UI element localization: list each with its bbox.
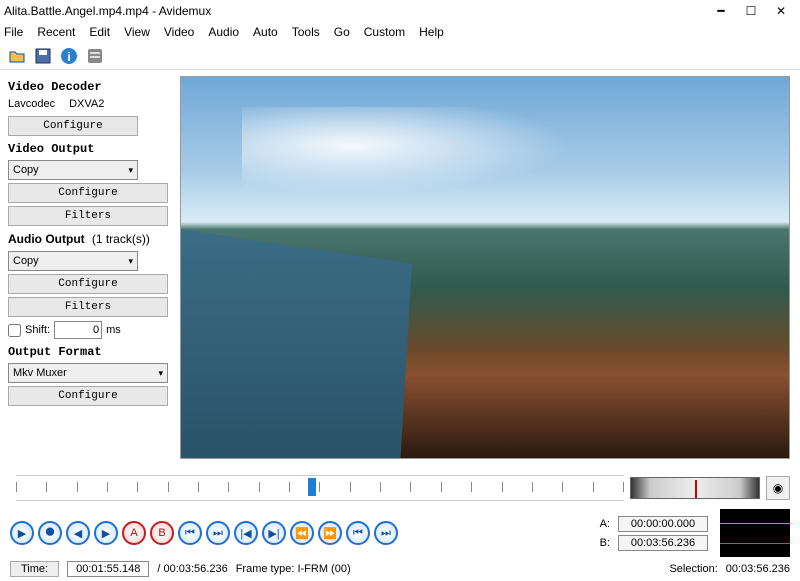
playhead[interactable]	[308, 478, 316, 496]
stop-button[interactable]: ⯃	[38, 521, 62, 545]
mark-b-button[interactable]: B	[150, 521, 174, 545]
open-icon[interactable]	[6, 45, 28, 67]
next-black-button[interactable]: ⏩	[318, 521, 342, 545]
maximize-button[interactable]: ☐	[736, 1, 766, 21]
menu-custom[interactable]: Custom	[364, 25, 405, 39]
menu-file[interactable]: File	[4, 25, 23, 39]
svg-text:i: i	[67, 50, 70, 64]
prev-cut-button[interactable]: |◀	[234, 521, 258, 545]
menu-recent[interactable]: Recent	[37, 25, 75, 39]
selection-label: Selection:	[669, 563, 717, 575]
menu-go[interactable]: Go	[334, 25, 350, 39]
timeline-slider[interactable]	[16, 475, 624, 501]
shift-label: Shift:	[25, 324, 50, 336]
menu-view[interactable]: View	[124, 25, 150, 39]
decoder-codec: Lavcodec	[8, 98, 55, 110]
duration-value: / 00:03:56.236	[157, 563, 227, 575]
menubar: File Recent Edit View Video Audio Auto T…	[0, 22, 800, 42]
shift-input[interactable]: 0	[54, 321, 102, 339]
menu-help[interactable]: Help	[419, 25, 444, 39]
selection-value: 00:03:56.236	[726, 563, 790, 575]
chevron-down-icon: ▾	[128, 165, 133, 176]
decoder-accel: DXVA2	[69, 98, 104, 110]
mark-a-value: 00:00:00.000	[618, 516, 708, 532]
prev-black-button[interactable]: ⏪	[290, 521, 314, 545]
output-format-select[interactable]: Mkv Muxer▾	[8, 363, 168, 383]
sidebar: Video Decoder Lavcodec DXVA2 Configure V…	[0, 70, 180, 465]
output-configure-button[interactable]: Configure	[8, 386, 168, 406]
video-output-select[interactable]: Copy▾	[8, 160, 138, 180]
menu-video[interactable]: Video	[164, 25, 194, 39]
menu-tools[interactable]: Tools	[292, 25, 320, 39]
next-cut-button[interactable]: ▶|	[262, 521, 286, 545]
video-decoder-title: Video Decoder	[8, 80, 172, 94]
audio-output-title: Audio Output (1 track(s))	[8, 232, 172, 247]
shift-checkbox[interactable]	[8, 324, 21, 337]
mark-b-label: B:	[600, 537, 610, 549]
next-keyframe-button[interactable]: ⏭	[206, 521, 230, 545]
mark-b-value: 00:03:56.236	[618, 535, 708, 551]
audio-output-select[interactable]: Copy▾	[8, 251, 138, 271]
shift-unit: ms	[106, 324, 121, 336]
prev-keyframe-button[interactable]: ⏮	[178, 521, 202, 545]
mark-a-label: A:	[600, 518, 610, 530]
jog-reset-button[interactable]: ◉	[766, 476, 790, 500]
first-frame-button[interactable]: ⏮	[346, 521, 370, 545]
audio-configure-button[interactable]: Configure	[8, 274, 168, 294]
prev-frame-button[interactable]: ◀	[66, 521, 90, 545]
decoder-configure-button[interactable]: Configure	[8, 116, 138, 136]
menu-edit[interactable]: Edit	[89, 25, 110, 39]
save-icon[interactable]	[32, 45, 54, 67]
toolbar: i	[0, 42, 800, 70]
output-format-title: Output Format	[8, 345, 172, 359]
audio-waveform	[720, 509, 790, 557]
time-value[interactable]: 00:01:55.148	[67, 561, 149, 577]
chevron-down-icon: ▾	[158, 368, 163, 379]
video-filters-button[interactable]: Filters	[8, 206, 168, 226]
window-title: Alita.Battle.Angel.mp4.mp4 - Avidemux	[4, 4, 706, 18]
menu-audio[interactable]: Audio	[208, 25, 239, 39]
time-label: Time:	[10, 561, 59, 577]
close-button[interactable]: ✕	[766, 1, 796, 21]
video-output-title: Video Output	[8, 142, 172, 156]
minimize-button[interactable]: ━	[706, 1, 736, 21]
play-button[interactable]: ▶	[10, 521, 34, 545]
frame-type: Frame type: I-FRM (00)	[236, 563, 351, 575]
next-frame-button[interactable]: ▶	[94, 521, 118, 545]
mark-a-button[interactable]: A	[122, 521, 146, 545]
last-frame-button[interactable]: ⏭	[374, 521, 398, 545]
video-preview	[180, 70, 800, 465]
chevron-down-icon: ▾	[128, 256, 133, 267]
jog-wheel[interactable]	[630, 477, 760, 499]
properties-icon[interactable]	[84, 45, 106, 67]
video-frame	[180, 76, 790, 459]
audio-filters-button[interactable]: Filters	[8, 297, 168, 317]
menu-auto[interactable]: Auto	[253, 25, 278, 39]
info-icon[interactable]: i	[58, 45, 80, 67]
video-configure-button[interactable]: Configure	[8, 183, 168, 203]
